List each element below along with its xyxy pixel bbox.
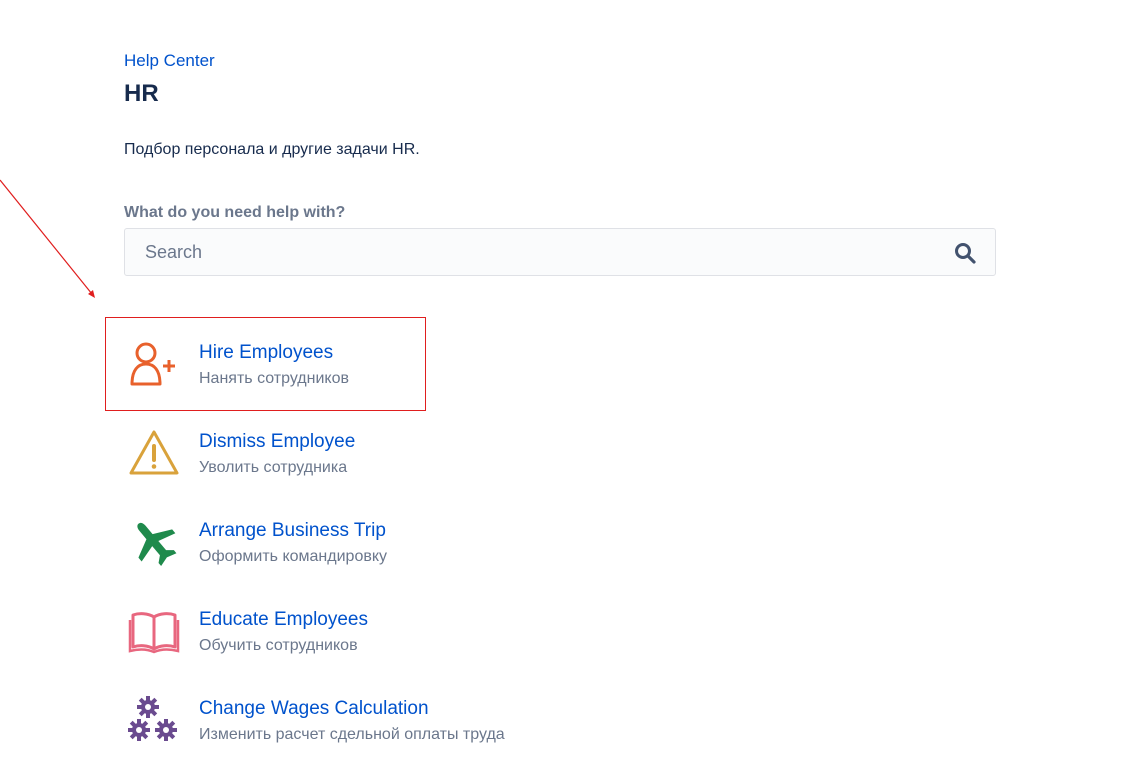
search-label: What do you need help with? (124, 204, 346, 221)
request-description: Обучить сотрудников (199, 637, 358, 654)
request-title: Change Wages Calculation (199, 698, 429, 719)
request-description: Уволить сотрудника (199, 459, 348, 476)
search-input[interactable] (125, 229, 945, 275)
request-title: Arrange Business Trip (199, 520, 386, 541)
annotation-arrow (0, 179, 95, 298)
request-title: Hire Employees (199, 342, 334, 363)
request-item-arrange-business-trip[interactable]: Arrange Business Trip Оформить командиро… (124, 508, 624, 568)
request-description: Оформить командировку (199, 548, 388, 565)
request-title: Educate Employees (199, 609, 368, 630)
breadcrumb-help-center[interactable]: Help Center (124, 51, 215, 71)
request-item-dismiss-employee[interactable]: Dismiss Employee Уволить сотрудника (124, 419, 624, 479)
request-description: Изменить расчет сдельной оплаты труда (199, 726, 505, 743)
gears-icon (128, 696, 177, 741)
help-center-page: Help Center HR Подбор персонала и другие… (0, 0, 1122, 776)
add-user-icon (130, 342, 175, 386)
warning-icon (129, 430, 179, 475)
request-item-educate-employees[interactable]: Educate Employees Обучить сотрудников (124, 597, 624, 657)
search-icon[interactable] (953, 241, 977, 265)
airplane-icon (137, 522, 177, 567)
request-item-hire-employees[interactable]: Hire Employees Нанять сотрудников (124, 330, 624, 390)
book-icon (128, 612, 180, 654)
search-box (124, 228, 996, 276)
page-title: HR (124, 80, 159, 107)
page-description: Подбор персонала и другие задачи HR. (124, 141, 420, 158)
request-description: Нанять сотрудников (199, 370, 349, 387)
request-item-change-wages-calculation[interactable]: Change Wages Calculation Изменить расчет… (124, 686, 624, 746)
request-title: Dismiss Employee (199, 431, 356, 452)
